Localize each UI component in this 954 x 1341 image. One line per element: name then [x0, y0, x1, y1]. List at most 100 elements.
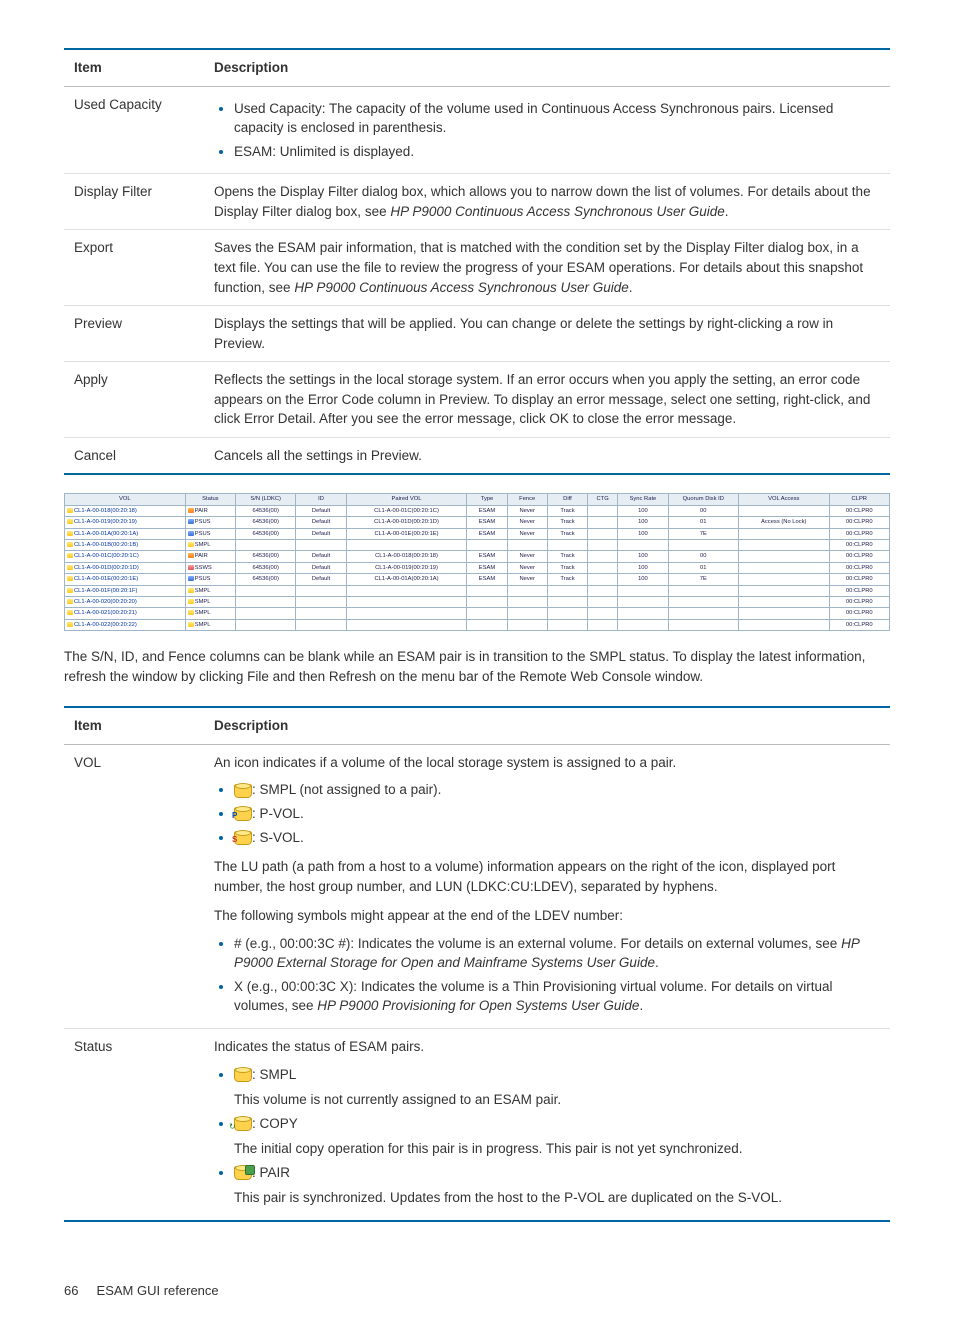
grid-cell: 00:CLPR0: [829, 585, 889, 596]
grid-cell: SMPL: [185, 540, 235, 551]
grid-cell: SMPL: [185, 585, 235, 596]
grid-cell: [296, 608, 346, 619]
grid-cell: [507, 540, 547, 551]
list-item: P: P-VOL.: [234, 804, 880, 824]
grid-cell: [236, 619, 296, 630]
cell-desc: Displays the settings that will be appli…: [204, 306, 890, 362]
grid-cell: 00:CLPR0: [829, 517, 889, 528]
grid-cell: [296, 596, 346, 607]
grid-cell: PSUS: [185, 517, 235, 528]
grid-cell: CL1-A-00-019(00:20:19): [65, 517, 186, 528]
grid-cell: Never: [507, 551, 547, 562]
cell-desc: Used Capacity: The capacity of the volum…: [204, 86, 890, 174]
grid-header: Sync Rate: [618, 494, 668, 505]
grid-cell: [588, 596, 618, 607]
text: This pair is synchronized. Updates from …: [234, 1188, 880, 1208]
grid-header: Type: [467, 494, 507, 505]
list-item: ESAM: Unlimited is displayed.: [234, 142, 880, 162]
grid-cell: ESAM: [467, 505, 507, 516]
grid-header: CTG: [588, 494, 618, 505]
grid-cell: CL1-A-00-01E(00:20:1E): [65, 574, 186, 585]
grid-cell: CL1-A-00-019(00:20:19): [346, 562, 467, 573]
pvol-icon: P: [234, 807, 252, 821]
grid-cell: 00:CLPR0: [829, 551, 889, 562]
grid-row: CL1-A-00-021(00:20:21)SMPL00:CLPR0: [65, 608, 890, 619]
grid-cell: CL1-A-00-020(00:20:20): [65, 596, 186, 607]
table-1: Item Description Used CapacityUsed Capac…: [64, 48, 890, 475]
cell-desc: Opens the Display Filter dialog box, whi…: [204, 174, 890, 230]
table-row: Used CapacityUsed Capacity: The capacity…: [64, 86, 890, 174]
grid-cell: Never: [507, 574, 547, 585]
grid-cell: [467, 619, 507, 630]
grid-cell: 100: [618, 528, 668, 539]
grid-cell: [467, 540, 507, 551]
grid-cell: [507, 585, 547, 596]
grid-cell: CL1-A-00-01A(00:20:1A): [65, 528, 186, 539]
grid-cell: [547, 619, 587, 630]
grid-cell: [588, 540, 618, 551]
grid-cell: Default: [296, 505, 346, 516]
list-item: # (e.g., 00:00:3C #): Indicates the volu…: [234, 934, 880, 973]
grid-cell: [467, 585, 507, 596]
grid-header: Fence: [507, 494, 547, 505]
grid-cell: [738, 540, 829, 551]
table-row: Status Indicates the status of ESAM pair…: [64, 1029, 890, 1221]
grid-cell: Default: [296, 574, 346, 585]
grid-row: CL1-A-00-01D(00:20:1D)SSWS64536(00)Defau…: [65, 562, 890, 573]
list-item: X (e.g., 00:00:3C X): Indicates the volu…: [234, 977, 880, 1016]
grid-cell: SMPL: [185, 608, 235, 619]
grid-cell: [668, 596, 738, 607]
cell-item: Status: [64, 1029, 204, 1221]
grid-cell: Default: [296, 551, 346, 562]
grid-cell: [738, 551, 829, 562]
grid-cell: [738, 619, 829, 630]
grid-cell: Never: [507, 517, 547, 528]
grid-cell: Track: [547, 551, 587, 562]
grid-cell: 64536(00): [236, 528, 296, 539]
grid-cell: [668, 619, 738, 630]
grid-cell: [588, 585, 618, 596]
grid-cell: [346, 540, 467, 551]
grid-cell: [547, 540, 587, 551]
grid-cell: ESAM: [467, 517, 507, 528]
grid-header: Quorum Disk ID: [668, 494, 738, 505]
grid-cell: PAIR: [185, 505, 235, 516]
grid-cell: [236, 585, 296, 596]
text: The LU path (a path from a host to a vol…: [214, 857, 880, 896]
cell-item: Cancel: [64, 437, 204, 474]
grid-cell: SMPL: [185, 619, 235, 630]
grid-cell: [236, 608, 296, 619]
grid-cell: [588, 608, 618, 619]
grid-cell: 64536(00): [236, 574, 296, 585]
grid-header: CLPR: [829, 494, 889, 505]
text: This volume is not currently assigned to…: [234, 1090, 880, 1110]
grid-cell: [296, 585, 346, 596]
grid-cell: 100: [618, 517, 668, 528]
grid-cell: Default: [296, 562, 346, 573]
text: The following symbols might appear at th…: [214, 906, 880, 926]
cell-item: VOL: [64, 744, 204, 1028]
grid-cell: 100: [618, 562, 668, 573]
grid-row: CL1-A-00-01A(00:20:1A)PSUS64536(00)Defau…: [65, 528, 890, 539]
grid-cell: PSUS: [185, 574, 235, 585]
grid-cell: 00:CLPR0: [829, 596, 889, 607]
grid-cell: CL1-A-00-01D(00:20:1D): [346, 517, 467, 528]
page-title: ESAM GUI reference: [97, 1283, 219, 1298]
grid-cell: CL1-A-00-01A(00:20:1A): [346, 574, 467, 585]
grid-cell: [467, 596, 507, 607]
grid-cell: [738, 596, 829, 607]
grid-cell: [738, 574, 829, 585]
grid-cell: PSUS: [185, 528, 235, 539]
grid-cell: CL1-A-00-022(00:20:22): [65, 619, 186, 630]
table-row: CancelCancels all the settings in Previe…: [64, 437, 890, 474]
cell-desc: Cancels all the settings in Preview.: [204, 437, 890, 474]
grid-header: Status: [185, 494, 235, 505]
text: An icon indicates if a volume of the loc…: [214, 753, 880, 773]
grid-cell: [588, 517, 618, 528]
cell-item: Display Filter: [64, 174, 204, 230]
grid-row: CL1-A-00-018(00:20:18)PAIR64536(00)Defau…: [65, 505, 890, 516]
list-item: : SMPLThis volume is not currently assig…: [234, 1065, 880, 1110]
grid-header: VOL: [65, 494, 186, 505]
grid-cell: [346, 596, 467, 607]
cell-desc: Indicates the status of ESAM pairs.: SMP…: [204, 1029, 890, 1221]
